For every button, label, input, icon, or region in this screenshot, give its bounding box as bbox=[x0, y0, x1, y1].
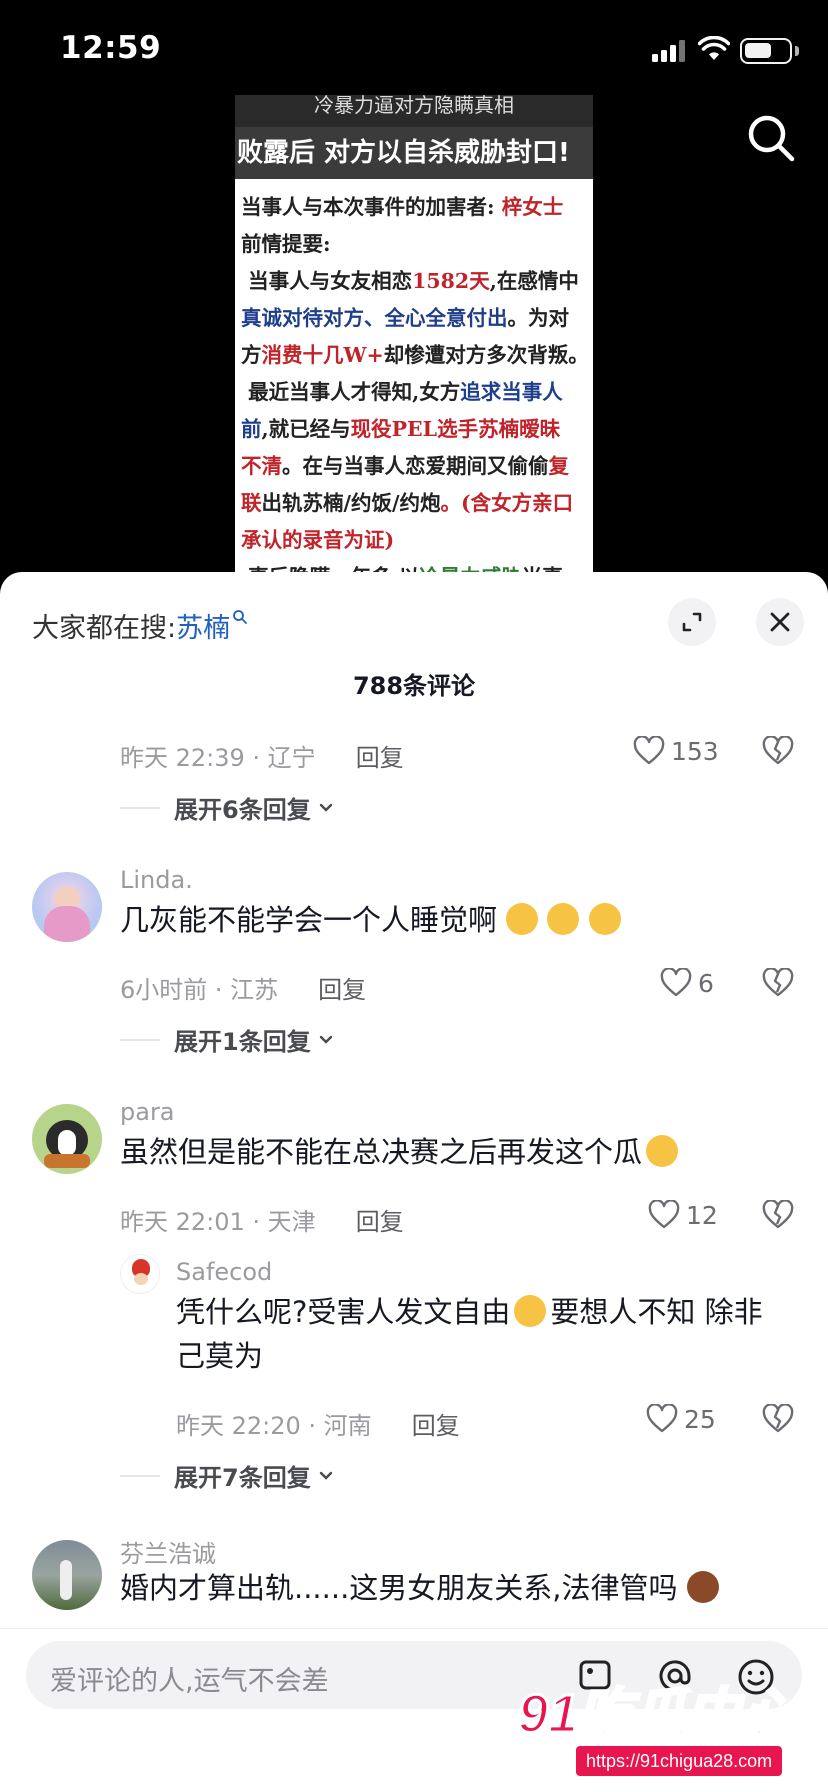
avatar[interactable] bbox=[120, 1254, 160, 1294]
doc-line: 当事人与女友相恋1582天,在感情中 bbox=[248, 269, 579, 293]
pleading-emoji-icon bbox=[514, 1295, 547, 1327]
comment-text: 虽然但是能不能在总决赛之后再发这个瓜 bbox=[120, 1130, 679, 1174]
expand-replies[interactable]: 展开6条回复 bbox=[120, 790, 337, 825]
comment-meta: 6小时前 · 江苏 回复 bbox=[120, 976, 367, 1004]
input-placeholder: 爱评论的人,运气不会差 bbox=[50, 1666, 329, 1697]
avatar[interactable] bbox=[32, 1540, 102, 1610]
avatar[interactable] bbox=[32, 1104, 102, 1174]
search-icon[interactable] bbox=[745, 112, 797, 164]
expand-replies[interactable]: 展开7条回复 bbox=[120, 1458, 337, 1493]
like-count: 25 bbox=[684, 1404, 716, 1434]
like-button[interactable]: 25 bbox=[646, 1404, 716, 1434]
username[interactable]: Linda. bbox=[120, 866, 193, 894]
close-button[interactable] bbox=[756, 598, 804, 646]
chevron-down-icon bbox=[319, 1035, 332, 1044]
crying-emoji-icon bbox=[547, 903, 580, 935]
reply-button[interactable]: 回复 bbox=[318, 976, 366, 1004]
doc-line: 最近当事人才得知,女方追求当事人 bbox=[248, 380, 563, 404]
like-count: 12 bbox=[686, 1200, 718, 1230]
doc-line: 当事人与本次事件的加害者: 梓女士 bbox=[241, 195, 564, 219]
comment-meta: 昨天 22:01 · 天津 回复 bbox=[120, 1208, 404, 1236]
like-button[interactable]: 153 bbox=[633, 736, 719, 766]
heart-icon bbox=[660, 968, 692, 997]
sheet-header: 大家都在搜:苏楠 788条评论 bbox=[0, 572, 828, 700]
dislike-icon[interactable] bbox=[762, 1404, 794, 1434]
status-bar: 12:59 bbox=[0, 0, 828, 100]
close-icon bbox=[770, 612, 790, 632]
doc-line: 承认的录音为证) bbox=[241, 528, 395, 552]
video-frame-document: 冷暴力逼对方隐瞒真相 败露后 对方以自杀威胁封口! 当事人与本次事件的加害者: … bbox=[235, 95, 593, 590]
comment-count: 788条评论 bbox=[352, 672, 476, 700]
comment-meta: 昨天 22:39 · 辽宁 回复 bbox=[120, 744, 404, 772]
like-count: 6 bbox=[698, 968, 714, 998]
watermark-logo: 91吃瓜中心 https://91chigua28.com bbox=[516, 1650, 818, 1790]
reply-button[interactable]: 回复 bbox=[356, 1208, 404, 1236]
heart-icon bbox=[633, 736, 665, 765]
like-button[interactable]: 12 bbox=[648, 1200, 718, 1230]
hot-search-label: 大家都在搜: bbox=[32, 613, 177, 644]
comment-text: 婚内才算出轨......这男女朋友关系,法律管吗 bbox=[120, 1566, 719, 1610]
username[interactable]: para bbox=[120, 1098, 175, 1126]
shocked-emoji-icon bbox=[646, 1135, 679, 1167]
heart-icon bbox=[646, 1404, 678, 1433]
crying-emoji-icon bbox=[588, 903, 621, 935]
cellular-signal-icon bbox=[652, 40, 685, 62]
doc-line: 前情提要: bbox=[241, 232, 331, 256]
dislike-icon[interactable] bbox=[762, 968, 794, 998]
reply-button[interactable]: 回复 bbox=[356, 744, 404, 772]
hot-search-keyword[interactable]: 苏楠 bbox=[176, 613, 230, 644]
avatar[interactable] bbox=[32, 872, 102, 942]
doc-line: 不清。在与当事人恋爱期间又偷偷复 bbox=[241, 454, 569, 478]
doc-line: 真诚对待对方、全心全意付出。为对 bbox=[241, 306, 569, 330]
hot-search[interactable]: 大家都在搜:苏楠 bbox=[32, 606, 248, 645]
clock: 12:59 bbox=[60, 30, 162, 66]
doc-title: 败露后 对方以自杀威胁封口! bbox=[235, 127, 593, 179]
expand-replies[interactable]: 展开1条回复 bbox=[120, 1022, 337, 1057]
chevron-down-icon bbox=[319, 803, 332, 812]
expand-icon bbox=[682, 612, 702, 632]
watermark-brand: 91吃瓜中心 bbox=[516, 1683, 795, 1746]
comment-text: 凭什么呢?受害人发文自由 要想人不知 除非 己莫为 bbox=[176, 1295, 763, 1373]
doc-header: 冷暴力逼对方隐瞒真相 bbox=[235, 95, 593, 127]
wifi-icon bbox=[698, 36, 730, 60]
doc-line: 联出轨苏楠/约饭/约炮。(含女方亲口 bbox=[241, 491, 574, 515]
watermark-url: https://91chigua28.com bbox=[576, 1746, 783, 1776]
like-button[interactable]: 6 bbox=[660, 968, 714, 998]
comment-text: 几灰能不能学会一个人睡觉啊 bbox=[120, 898, 621, 942]
battery-cap bbox=[795, 46, 799, 56]
crying-emoji-icon bbox=[506, 903, 539, 935]
chevron-down-icon bbox=[319, 1471, 332, 1480]
poop-emoji-icon bbox=[686, 1571, 719, 1603]
dislike-icon[interactable] bbox=[762, 736, 794, 766]
doc-line: 方消费十几W+却惨遭对方多次背叛。 bbox=[241, 343, 587, 367]
like-count: 153 bbox=[671, 736, 719, 766]
comments-sheet: 大家都在搜:苏楠 788条评论 昨天 22:39 · 辽宁 回复 153 展开6条… bbox=[0, 572, 828, 1792]
dislike-icon[interactable] bbox=[762, 1200, 794, 1230]
doc-line: 前,就已经与现役PEL选手苏楠暧昧 bbox=[241, 417, 561, 441]
doc-body: 当事人与本次事件的加害者: 梓女士 前情提要: 当事人与女友相恋1582天,在感… bbox=[235, 179, 593, 590]
username[interactable]: 芬兰浩诚 bbox=[120, 1534, 216, 1569]
username[interactable]: Safecod bbox=[176, 1258, 272, 1286]
reply-button[interactable]: 回复 bbox=[412, 1412, 460, 1440]
comment-meta: 昨天 22:20 · 河南 回复 bbox=[176, 1412, 460, 1440]
expand-sheet-button[interactable] bbox=[668, 598, 716, 646]
heart-icon bbox=[648, 1200, 680, 1229]
battery-icon bbox=[740, 38, 792, 64]
search-small-icon bbox=[233, 610, 248, 624]
